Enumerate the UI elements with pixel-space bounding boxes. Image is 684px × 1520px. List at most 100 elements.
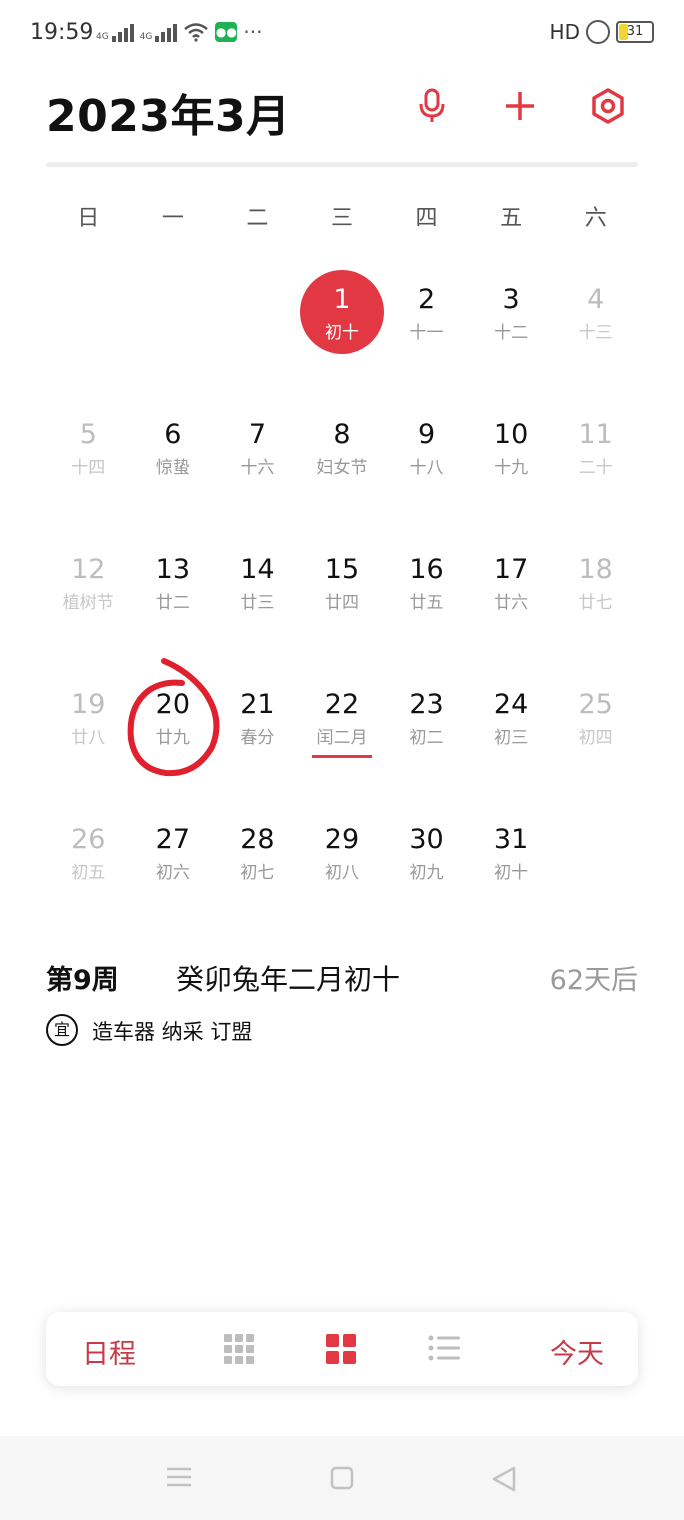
day-cell-21[interactable]: 21 春分 [215,655,300,790]
day-cell-28[interactable]: 28 初七 [215,790,300,925]
day-number: 19 [71,689,106,720]
day-number: 2 [417,284,436,315]
day-cell-25[interactable]: 25 初四 [553,655,638,790]
day-cell-18[interactable]: 18 廿七 [553,520,638,655]
calendar-header: 2023年3月 [0,70,684,160]
lunar-day-label: 廿二 [155,593,190,613]
day-number: 15 [324,554,360,585]
yi-badge: 宜 [46,1014,78,1046]
day-number: 10 [493,419,529,450]
day-cell-11[interactable]: 11 二十 [553,385,638,520]
day-number: 13 [155,554,191,585]
lunar-day-label: 闰二月 [316,728,368,748]
weekday-row: 日 一 二 三 四 五 六 [46,200,638,232]
menu-nav-button[interactable] [166,1466,192,1492]
day-cell-20[interactable]: 20 廿九 [131,655,216,790]
lunar-day-label: 二十 [578,458,613,478]
day-cell-24[interactable]: 24 初三 [469,655,554,790]
day-cell-19[interactable]: 19 廿八 [46,655,131,790]
lunar-day-label: 十六 [240,458,275,478]
home-nav-button[interactable] [330,1466,354,1494]
day-cell-5[interactable]: 5 十四 [46,385,131,520]
day-cell-7[interactable]: 7 十六 [215,385,300,520]
lunar-day-label: 惊蛰 [155,458,190,478]
day-cell-9[interactable]: 9 十八 [384,385,469,520]
day-cell-12[interactable]: 12 植树节 [46,520,131,655]
day-cell-16[interactable]: 16 廿五 [384,520,469,655]
grid-nine-icon [224,1334,254,1364]
status-right-icons: HD 31 [550,20,654,44]
day-number: 26 [71,824,106,855]
voice-button[interactable] [412,86,452,126]
day-number: 21 [240,689,275,720]
lunar-day-label: 十二 [494,323,529,343]
day-number: 20 [155,689,191,720]
day-number: 17 [493,554,529,585]
wifi-icon [184,23,209,42]
day-number: 29 [324,824,360,855]
lunar-day-label: 春分 [240,728,275,748]
empty-day-cell [553,790,638,925]
day-number: 5 [79,419,97,450]
day-number: 7 [248,419,266,450]
empty-day-cell [215,250,300,385]
day-number: 8 [333,419,351,450]
empty-day-cell [131,250,216,385]
lunar-day-label: 十八 [409,458,444,478]
day-cell-3[interactable]: 3 十二 [469,250,554,385]
day-cell-2[interactable]: 2 十一 [384,250,469,385]
day-cell-1[interactable]: 1 初十 [299,250,385,385]
day-cell-8[interactable]: 8 妇女节 [300,385,385,520]
home-square-icon [330,1466,354,1490]
weekday-label: 一 [161,206,184,231]
lunar-day-label: 初八 [324,863,359,883]
days-countdown: 62天后 [549,965,638,996]
more-notifications-icon: ··· [243,20,263,44]
day-cell-22[interactable]: 22 闰二月 [300,655,385,790]
day-number: 14 [240,554,275,585]
month-view-button[interactable] [326,1334,356,1368]
day-number: 30 [409,824,444,855]
day-number: 23 [409,689,444,720]
day-cell-26[interactable]: 26 初五 [46,790,131,925]
day-cell-29[interactable]: 29 初八 [300,790,385,925]
day-number: 6 [164,419,182,450]
yi-activities: 造车器 纳采 订盟 [92,1020,253,1044]
back-nav-button[interactable] [492,1466,516,1496]
plus-icon [506,92,534,120]
day-cell-10[interactable]: 10 十九 [469,385,554,520]
year-view-button[interactable] [224,1334,254,1368]
system-navigation-bar [0,1436,684,1520]
schedule-button[interactable]: 日程 [82,1332,136,1371]
day-number: 4 [587,284,605,315]
settings-icon [592,88,624,124]
add-event-button[interactable] [500,86,540,126]
day-cell-4[interactable]: 4 十三 [553,250,638,385]
day-cell-13[interactable]: 13 廿二 [131,520,216,655]
day-cell-14[interactable]: 14 廿三 [215,520,300,655]
day-number: 18 [578,554,613,585]
page-title[interactable]: 2023年3月 [46,80,291,144]
settings-button[interactable] [588,86,628,126]
day-cell-17[interactable]: 17 廿六 [469,520,554,655]
day-cell-6[interactable]: 6 惊蛰 [131,385,216,520]
lunar-day-label: 廿九 [155,728,190,748]
hd-label: HD [549,20,580,44]
day-cell-15[interactable]: 15 廿四 [300,520,385,655]
list-view-button[interactable] [428,1334,460,1366]
battery-level: 31 [626,24,644,39]
day-number: 12 [71,554,106,585]
weekday-label: 六 [584,206,607,231]
lunar-day-label: 十四 [71,458,106,478]
network-type-1: 4G [96,32,109,42]
status-time: 19:59 [30,20,94,45]
day-cell-23[interactable]: 23 初二 [384,655,469,790]
day-cell-31[interactable]: 31 初十 [469,790,554,925]
day-cell-27[interactable]: 27 初六 [131,790,216,925]
day-cell-30[interactable]: 30 初九 [384,790,469,925]
day-number: 24 [493,689,529,720]
back-triangle-icon [492,1466,516,1492]
empty-day-cell [46,250,131,385]
today-button[interactable]: 今天 [550,1332,604,1371]
weekday-label: 四 [415,206,438,231]
